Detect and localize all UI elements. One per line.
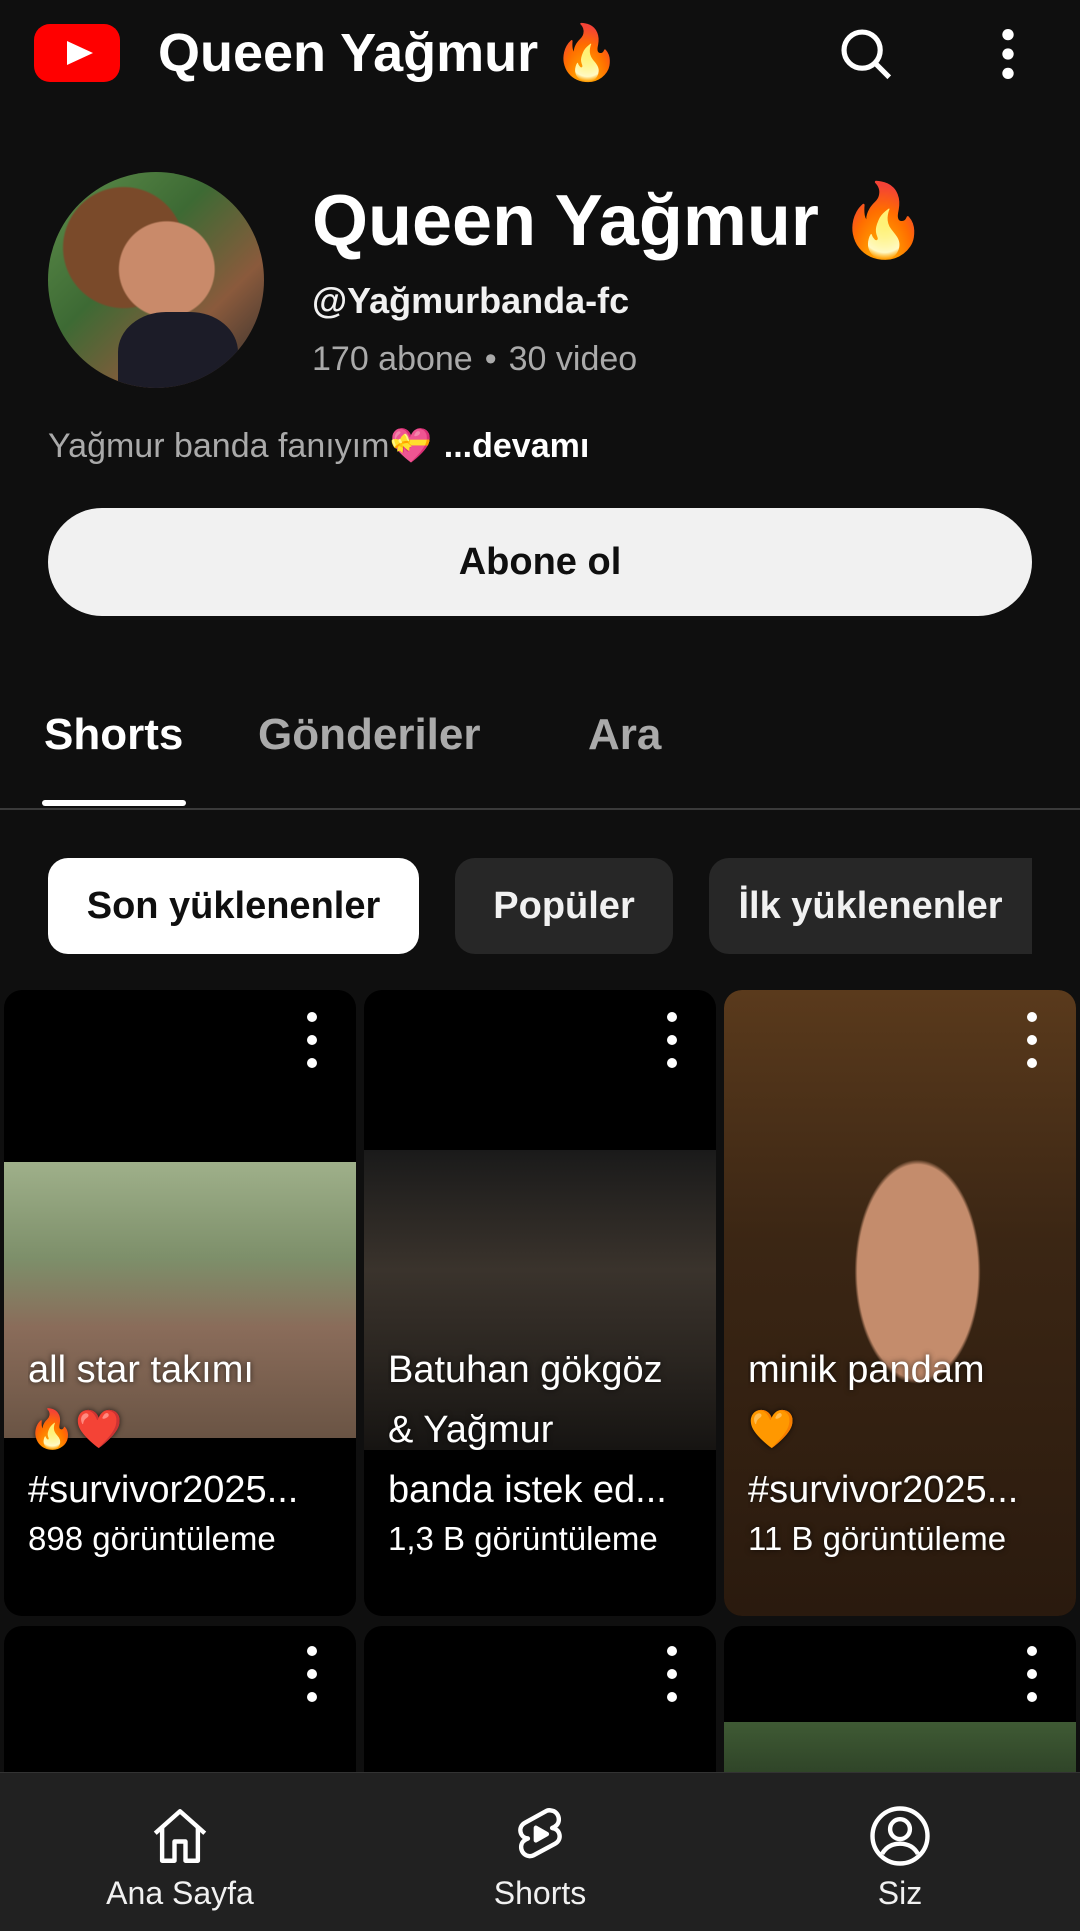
channel-tabs: Shorts Gönderiler Ara bbox=[0, 690, 1080, 810]
top-app-bar: Queen Yağmur 🔥 bbox=[0, 0, 1080, 110]
short-title: all star takımı 🔥❤️ #survivor2025... bbox=[28, 1349, 299, 1511]
home-icon bbox=[153, 1809, 207, 1863]
chip-latest[interactable]: Son yüklenenler bbox=[48, 858, 419, 954]
channel-stats: 170 abone • 30 video bbox=[312, 340, 637, 379]
nav-you[interactable]: Siz bbox=[780, 1773, 1020, 1931]
more-vertical-icon[interactable] bbox=[1022, 1646, 1042, 1702]
nav-home[interactable]: Ana Sayfa bbox=[60, 1773, 300, 1931]
nav-home-label: Ana Sayfa bbox=[106, 1875, 254, 1911]
nav-you-label: Siz bbox=[877, 1875, 923, 1911]
stats-separator: • bbox=[484, 340, 497, 378]
channel-description[interactable]: Yağmur banda fanıyım💝 ...devamı bbox=[48, 426, 589, 466]
short-card[interactable] bbox=[4, 1626, 356, 1786]
description-more-link[interactable]: ...devamı bbox=[444, 427, 590, 465]
search-icon[interactable] bbox=[834, 22, 898, 86]
nav-shorts[interactable]: Shorts bbox=[420, 1773, 660, 1931]
tab-posts[interactable]: Gönderiler bbox=[258, 710, 481, 760]
short-card[interactable] bbox=[364, 1626, 716, 1786]
short-title: Batuhan gökgöz & Yağmur banda istek ed..… bbox=[388, 1349, 667, 1511]
chip-popular[interactable]: Popüler bbox=[455, 858, 673, 954]
youtube-logo-icon[interactable] bbox=[34, 24, 120, 82]
short-views: 898 görüntüleme bbox=[28, 1520, 276, 1557]
more-vertical-icon[interactable] bbox=[302, 1646, 322, 1702]
short-card[interactable] bbox=[724, 1626, 1076, 1786]
channel-handle: @Yağmurbanda-fc bbox=[312, 280, 630, 321]
short-title: minik pandam 🧡 #survivor2025... bbox=[748, 1349, 1019, 1511]
top-bar-title: Queen Yağmur 🔥 bbox=[158, 23, 621, 83]
more-vertical-icon[interactable] bbox=[662, 1646, 682, 1702]
tab-shorts[interactable]: Shorts bbox=[44, 710, 183, 760]
short-card[interactable]: Batuhan gökgöz & Yağmur banda istek ed..… bbox=[364, 990, 716, 1616]
bottom-navigation: Ana Sayfa Shorts Siz bbox=[0, 1772, 1080, 1931]
chip-oldest[interactable]: İlk yüklenenler bbox=[709, 858, 1032, 954]
account-icon bbox=[870, 1806, 930, 1866]
description-text: Yağmur banda fanıyım💝 bbox=[48, 427, 432, 465]
subscribe-button[interactable]: Abone ol bbox=[48, 508, 1032, 616]
short-views: 11 B görüntüleme bbox=[748, 1520, 1007, 1557]
more-vertical-icon[interactable] bbox=[1022, 1012, 1042, 1068]
more-vertical-icon[interactable] bbox=[976, 22, 1040, 86]
subscriber-count: 170 abone bbox=[312, 340, 473, 378]
short-card[interactable]: all star takımı 🔥❤️ #survivor2025... 898… bbox=[4, 990, 356, 1616]
more-vertical-icon[interactable] bbox=[662, 1012, 682, 1068]
short-views: 1,3 B görüntüleme bbox=[388, 1520, 658, 1557]
short-card[interactable]: minik pandam 🧡 #survivor2025... 11 B gör… bbox=[724, 990, 1076, 1616]
channel-name: Queen Yağmur 🔥 bbox=[312, 181, 929, 261]
active-tab-indicator bbox=[42, 800, 186, 806]
video-count: 30 video bbox=[508, 340, 638, 378]
nav-shorts-label: Shorts bbox=[493, 1875, 587, 1911]
more-vertical-icon[interactable] bbox=[302, 1012, 322, 1068]
shorts-icon bbox=[518, 1808, 562, 1859]
channel-avatar[interactable] bbox=[48, 172, 264, 388]
tab-search[interactable]: Ara bbox=[588, 710, 661, 760]
